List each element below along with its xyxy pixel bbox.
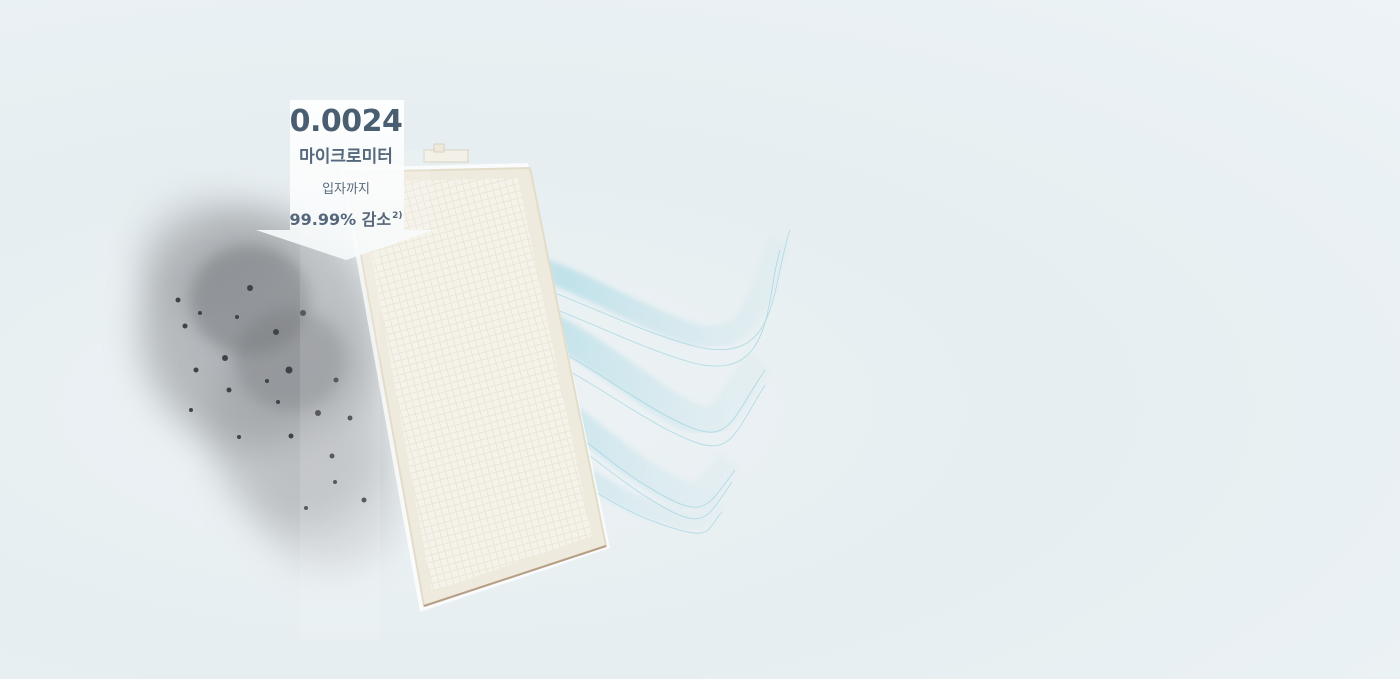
filtration-callout: 0.0024 마이크로미터 입자까지 99.99% 감소2) xyxy=(256,100,436,260)
particles-caption: 입자까지 xyxy=(322,182,370,197)
particle-size-unit: 마이크로미터 xyxy=(299,147,393,167)
footnote-mark: 2) xyxy=(392,211,403,221)
reduction-text: 99.99% 감소 xyxy=(289,210,392,229)
product-illustration xyxy=(140,143,791,640)
reduction-caption: 99.99% 감소2) xyxy=(256,206,436,230)
particle-size-value: 0.0024 xyxy=(289,104,403,139)
